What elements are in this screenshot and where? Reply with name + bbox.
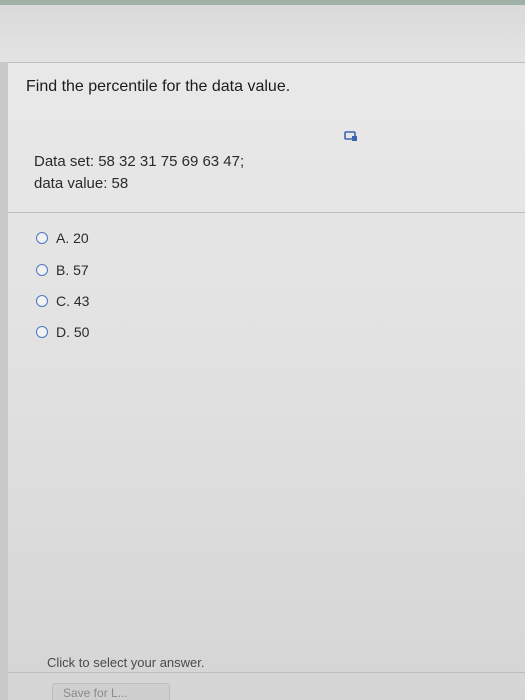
save-for-later-button[interactable]: Save for L... (52, 683, 170, 700)
data-value-text: data value: 58 (34, 175, 129, 192)
option-d-label: D. 50 (56, 324, 90, 340)
option-b[interactable]: B. 57 (36, 261, 89, 279)
radio-icon[interactable] (36, 295, 48, 307)
clipboard-icon[interactable] (344, 131, 358, 142)
header-band (0, 0, 525, 62)
data-set-text: Data set: 58 32 31 75 69 63 47; (34, 153, 245, 170)
question-title: Find the percentile for the data value. (26, 78, 291, 95)
divider-top (8, 62, 525, 63)
footer-hint: Click to select your answer. (47, 655, 205, 670)
radio-icon[interactable] (36, 326, 48, 338)
left-gutter (0, 62, 8, 700)
option-a[interactable]: A. 20 (36, 229, 89, 247)
option-d[interactable]: D. 50 (36, 323, 89, 341)
divider-mid (8, 212, 525, 213)
radio-icon[interactable] (36, 232, 48, 244)
option-c-label: C. 43 (56, 293, 90, 309)
radio-icon[interactable] (36, 264, 48, 276)
option-a-label: A. 20 (56, 230, 89, 246)
option-c[interactable]: C. 43 (36, 292, 89, 310)
option-b-label: B. 57 (56, 262, 89, 278)
divider-bottom (8, 672, 525, 673)
